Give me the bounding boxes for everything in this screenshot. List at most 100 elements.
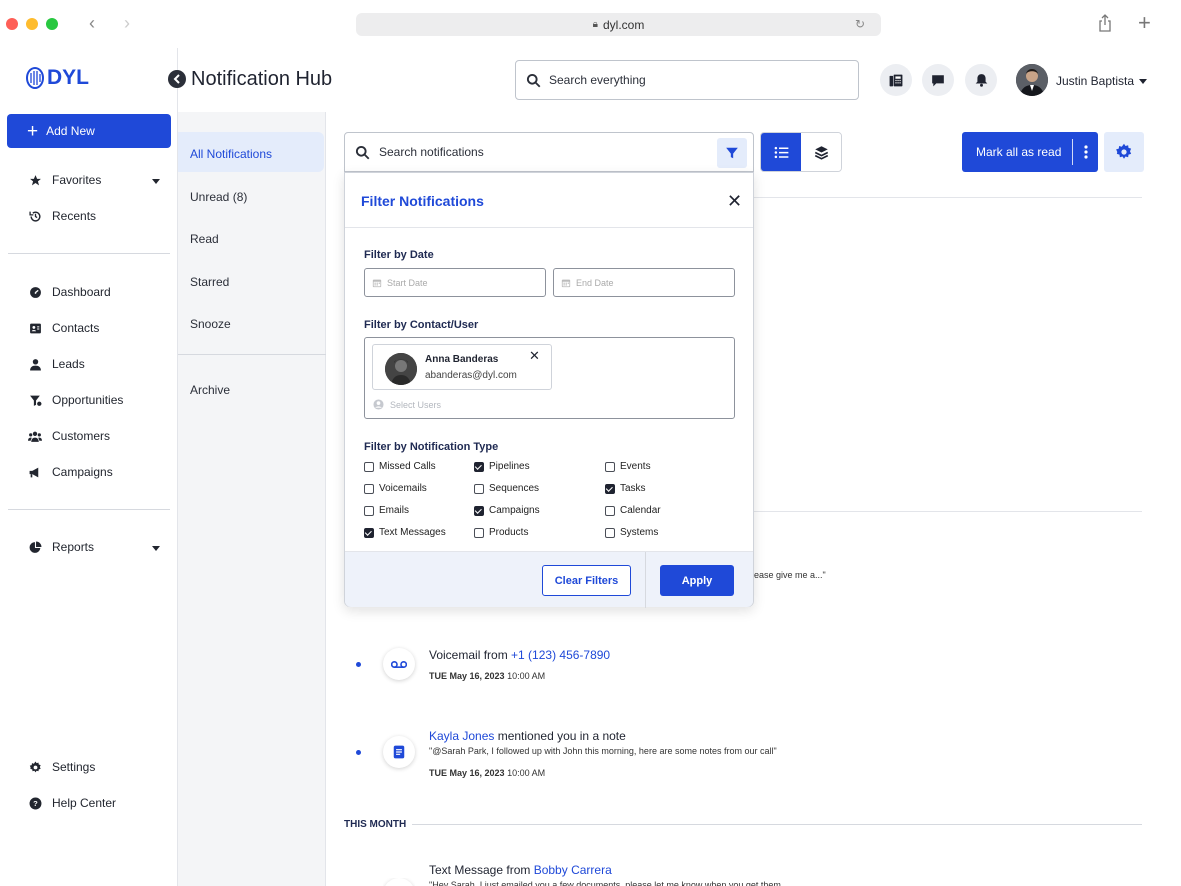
chat-icon[interactable] bbox=[922, 64, 954, 96]
add-new-button[interactable]: + Add New bbox=[7, 114, 171, 148]
type-checkbox-emails[interactable]: Emails bbox=[364, 505, 409, 516]
back-arrow-icon[interactable] bbox=[168, 70, 186, 88]
sidebar-item-reports[interactable]: Reports bbox=[28, 540, 94, 554]
subnav-item-unread[interactable]: Unread (8) bbox=[190, 190, 247, 204]
end-date-input[interactable]: End Date bbox=[553, 268, 735, 297]
sidebar: DYL + Add New Favorites Recents Dashboar… bbox=[0, 48, 178, 886]
type-checkbox-sequences[interactable]: Sequences bbox=[474, 483, 539, 494]
checkbox-empty-icon[interactable] bbox=[364, 483, 374, 494]
divider bbox=[754, 511, 1142, 512]
filter-type-label: Filter by Notification Type bbox=[364, 441, 499, 453]
address-bar[interactable]: 🔒︎ dyl.com ↻ bbox=[356, 13, 881, 36]
close-icon[interactable]: ✕ bbox=[727, 192, 742, 210]
sidebar-item-dashboard[interactable]: Dashboard bbox=[28, 285, 111, 299]
chevron-down-icon[interactable] bbox=[152, 546, 160, 551]
checkbox-empty-icon[interactable] bbox=[364, 505, 374, 516]
text-message-prefix: Text Message from bbox=[429, 863, 534, 877]
contacts-label: Contacts bbox=[52, 321, 100, 335]
type-checkbox-voicemails[interactable]: Voicemails bbox=[364, 483, 427, 494]
type-checkbox-label: Calendar bbox=[620, 505, 661, 516]
text-message-sender-link[interactable]: Bobby Carrera bbox=[534, 863, 612, 877]
checkbox-checked-icon[interactable] bbox=[605, 483, 615, 494]
clear-filters-button[interactable]: Clear Filters bbox=[542, 565, 631, 596]
reload-icon[interactable]: ↻ bbox=[855, 17, 865, 31]
back-icon[interactable]: ‹ bbox=[89, 13, 95, 34]
subnav-item-snooze[interactable]: Snooze bbox=[190, 317, 231, 331]
subnav-item-all[interactable]: All Notifications bbox=[190, 147, 272, 161]
type-checkbox-label: Products bbox=[489, 527, 529, 538]
checkbox-empty-icon[interactable] bbox=[474, 483, 484, 494]
checkbox-empty-icon[interactable] bbox=[605, 505, 615, 516]
forward-icon[interactable]: › bbox=[124, 13, 130, 34]
chevron-down-icon[interactable] bbox=[1139, 79, 1147, 84]
apply-filters-button[interactable]: Apply bbox=[660, 565, 734, 596]
checkbox-checked-icon[interactable] bbox=[474, 461, 484, 472]
campaigns-label: Campaigns bbox=[52, 465, 113, 479]
sidebar-item-campaigns[interactable]: Campaigns bbox=[28, 465, 113, 479]
voicemail-title[interactable]: Voicemail from +1 (123) 456-7890 bbox=[429, 648, 610, 662]
new-tab-icon[interactable]: + bbox=[1138, 10, 1151, 36]
remove-user-icon[interactable]: ✕ bbox=[529, 348, 540, 364]
phone-dialer-icon[interactable] bbox=[880, 64, 912, 96]
sidebar-item-opportunities[interactable]: Opportunities bbox=[28, 393, 123, 407]
list-view-button[interactable] bbox=[761, 133, 801, 171]
chip-user-email: abanderas@dyl.com bbox=[425, 370, 517, 381]
select-users-placeholder-row: Select Users bbox=[373, 399, 441, 410]
filter-footer: Clear Filters Apply bbox=[345, 551, 753, 608]
subnav-item-archive[interactable]: Archive bbox=[190, 383, 230, 397]
type-checkbox-pipelines[interactable]: Pipelines bbox=[474, 461, 530, 472]
avatar[interactable] bbox=[1016, 64, 1048, 96]
divider bbox=[8, 509, 170, 510]
sidebar-item-help[interactable]: ? Help Center bbox=[28, 796, 116, 810]
sidebar-item-settings[interactable]: Settings bbox=[28, 760, 95, 774]
checkbox-empty-icon[interactable] bbox=[364, 461, 374, 472]
type-checkbox-systems[interactable]: Systems bbox=[605, 527, 658, 538]
type-checkbox-missed-calls[interactable]: Missed Calls bbox=[364, 461, 436, 472]
more-options-icon[interactable] bbox=[1073, 145, 1098, 159]
type-checkbox-products[interactable]: Products bbox=[474, 527, 528, 538]
bell-icon[interactable] bbox=[965, 64, 997, 96]
page-title: Notification Hub bbox=[191, 68, 333, 90]
sidebar-item-recents[interactable]: Recents bbox=[28, 209, 96, 223]
checkbox-checked-icon[interactable] bbox=[474, 505, 484, 516]
grouped-view-button[interactable] bbox=[801, 133, 841, 171]
checkbox-empty-icon[interactable] bbox=[605, 527, 615, 538]
type-checkbox-tasks[interactable]: Tasks bbox=[605, 483, 646, 494]
mention-quote: "@Sarah Park, I followed up with John th… bbox=[429, 746, 777, 756]
text-message-title[interactable]: Text Message from Bobby Carrera bbox=[429, 863, 612, 877]
global-search-input[interactable]: Search everything bbox=[515, 60, 859, 100]
sidebar-item-favorites[interactable]: Favorites bbox=[28, 173, 101, 187]
mention-author-link[interactable]: Kayla Jones bbox=[429, 729, 494, 743]
type-checkbox-calendar[interactable]: Calendar bbox=[605, 505, 661, 516]
chevron-down-icon[interactable] bbox=[152, 179, 160, 184]
sidebar-item-customers[interactable]: Customers bbox=[28, 429, 110, 443]
mention-title[interactable]: Kayla Jones mentioned you in a note bbox=[429, 729, 626, 743]
notification-search-input[interactable]: Search notifications bbox=[344, 132, 754, 172]
maximize-window-button[interactable] bbox=[46, 18, 58, 30]
view-toggle bbox=[760, 132, 842, 172]
minimize-window-button[interactable] bbox=[26, 18, 38, 30]
close-window-button[interactable] bbox=[6, 18, 18, 30]
subnav-item-starred[interactable]: Starred bbox=[190, 275, 229, 289]
sidebar-item-contacts[interactable]: Contacts bbox=[28, 321, 99, 335]
notification-settings-button[interactable] bbox=[1104, 132, 1144, 172]
start-date-input[interactable]: Start Date bbox=[364, 268, 546, 297]
selected-user-chip: Anna Banderas abanderas@dyl.com ✕ bbox=[372, 344, 552, 390]
subnav-item-read[interactable]: Read bbox=[190, 232, 219, 246]
checkbox-checked-icon[interactable] bbox=[364, 527, 374, 538]
filter-date-label: Filter by Date bbox=[364, 249, 434, 261]
dashboard-icon bbox=[28, 285, 42, 299]
mark-all-read-button[interactable]: Mark all as read bbox=[962, 145, 1072, 159]
user-select-field[interactable]: Anna Banderas abanderas@dyl.com ✕ Select… bbox=[364, 337, 735, 419]
checkbox-empty-icon[interactable] bbox=[605, 461, 615, 472]
voicemail-number-link[interactable]: +1 (123) 456-7890 bbox=[511, 648, 610, 662]
user-name[interactable]: Justin Baptista bbox=[1056, 74, 1134, 88]
mention-date: TUE May 16, 2023 bbox=[429, 768, 505, 778]
type-checkbox-campaigns[interactable]: Campaigns bbox=[474, 505, 540, 516]
type-checkbox-events[interactable]: Events bbox=[605, 461, 651, 472]
filter-toggle-button[interactable] bbox=[717, 138, 747, 168]
checkbox-empty-icon[interactable] bbox=[474, 527, 484, 538]
type-checkbox-text-messages[interactable]: Text Messages bbox=[364, 527, 446, 538]
share-icon[interactable] bbox=[1098, 14, 1112, 32]
sidebar-item-leads[interactable]: Leads bbox=[28, 357, 85, 371]
